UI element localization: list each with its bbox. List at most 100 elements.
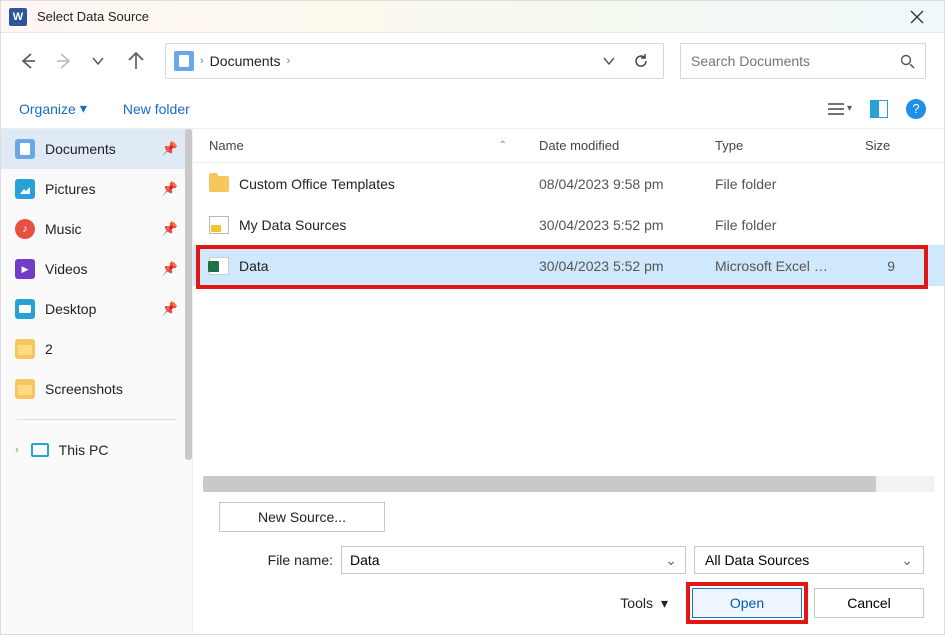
sidebar-item-label: 2 <box>45 341 53 357</box>
pin-icon[interactable]: 📌 <box>162 221 178 237</box>
view-mode-button[interactable]: ▾ <box>827 102 852 116</box>
music-icon <box>15 219 35 239</box>
file-area: Name ⌃ Date modified Type Size Custom Off… <box>193 129 944 634</box>
search-icon[interactable] <box>900 54 915 69</box>
sidebar-item-label: Desktop <box>45 301 96 317</box>
nav-bar: › Documents › <box>1 33 944 89</box>
file-type: File folder <box>699 217 849 233</box>
back-button[interactable] <box>19 52 41 70</box>
sort-asc-icon: ⌃ <box>499 140 507 151</box>
column-headers: Name ⌃ Date modified Type Size <box>193 129 944 163</box>
help-icon: ? <box>912 101 919 116</box>
breadcrumb-location[interactable]: Documents <box>210 53 281 69</box>
sidebar-item-this-pc[interactable]: › This PC <box>1 430 192 470</box>
column-label: Name <box>209 138 244 153</box>
help-button[interactable]: ? <box>906 99 926 119</box>
recent-dropdown[interactable] <box>91 54 113 68</box>
new-folder-button[interactable]: New folder <box>123 101 190 117</box>
cancel-button[interactable]: Cancel <box>814 588 924 618</box>
sidebar: Documents 📌 Pictures 📌 Music 📌 Videos 📌 Desk… <box>1 129 193 634</box>
sidebar-item-label: Music <box>45 221 82 237</box>
file-name: My Data Sources <box>239 217 346 233</box>
organize-menu[interactable]: Organize ▾ <box>19 100 87 117</box>
data-source-icon <box>209 216 229 234</box>
pin-icon[interactable]: 📌 <box>162 261 178 277</box>
nav-arrows <box>19 52 149 70</box>
sidebar-item-label: Pictures <box>45 181 96 197</box>
up-button[interactable] <box>127 52 149 70</box>
column-header-type[interactable]: Type <box>699 138 849 153</box>
breadcrumb-sep-icon: › <box>200 55 204 67</box>
file-date: 30/04/2023 5:52 pm <box>523 217 699 233</box>
chevron-down-icon <box>91 54 105 68</box>
sidebar-item-folder-2[interactable]: 2 <box>1 329 192 369</box>
new-source-button[interactable]: New Source... <box>219 502 385 532</box>
sidebar-item-label: Videos <box>45 261 88 277</box>
refresh-button[interactable] <box>627 53 655 69</box>
pin-icon[interactable]: 📌 <box>162 141 178 157</box>
button-row: Tools▾ Open Cancel <box>213 588 924 618</box>
file-name: Custom Office Templates <box>239 176 395 192</box>
file-size: 9 <box>849 258 911 274</box>
refresh-icon <box>633 53 649 69</box>
title-bar: W Select Data Source <box>1 1 944 33</box>
search-input[interactable] <box>691 53 881 69</box>
open-button[interactable]: Open <box>692 588 802 618</box>
tools-menu[interactable]: Tools▾ <box>620 595 668 612</box>
file-type: Microsoft Excel W... <box>699 258 849 274</box>
address-history-dropdown[interactable] <box>597 55 621 67</box>
file-date: 08/04/2023 9:58 pm <box>523 176 699 192</box>
breadcrumb-sep-icon: › <box>286 55 290 67</box>
file-type: File folder <box>699 176 849 192</box>
sidebar-scrollbar[interactable] <box>185 129 192 460</box>
sidebar-divider <box>17 419 176 420</box>
address-bar[interactable]: › Documents › <box>165 43 664 79</box>
file-type-filter[interactable]: All Data Sources⌄ <box>694 546 924 574</box>
search-box[interactable] <box>680 43 926 79</box>
dialog-window: W Select Data Source › Documents › Organ… <box>0 0 945 635</box>
file-row[interactable]: Custom Office Templates 08/04/2023 9:58 … <box>193 163 944 204</box>
annotation-highlight-box: Open <box>692 588 802 618</box>
sidebar-item-documents[interactable]: Documents 📌 <box>1 129 192 169</box>
document-icon <box>15 139 35 159</box>
arrow-left-icon <box>19 52 37 70</box>
word-app-icon: W <box>9 8 27 26</box>
pc-icon <box>31 443 49 457</box>
sidebar-item-label: Documents <box>45 141 116 157</box>
list-view-icon <box>827 102 845 116</box>
chevron-down-icon: ▾ <box>80 100 87 117</box>
toolbar: Organize ▾ New folder ▾ ? <box>1 89 944 129</box>
sidebar-item-music[interactable]: Music 📌 <box>1 209 192 249</box>
file-row-selected[interactable]: Data 30/04/2023 5:52 pm Microsoft Excel … <box>193 245 944 286</box>
sidebar-item-label: Screenshots <box>45 381 123 397</box>
scrollbar-thumb[interactable] <box>203 476 876 492</box>
close-icon <box>910 10 924 24</box>
horizontal-scrollbar[interactable] <box>203 476 934 492</box>
column-header-date[interactable]: Date modified <box>523 138 699 153</box>
file-name-combo[interactable]: Data⌄ <box>341 546 686 574</box>
preview-pane-button[interactable] <box>870 100 888 118</box>
forward-button[interactable] <box>55 52 77 70</box>
arrow-right-icon <box>55 52 73 70</box>
sidebar-item-label: This PC <box>59 442 109 458</box>
sidebar-item-pictures[interactable]: Pictures 📌 <box>1 169 192 209</box>
pin-icon[interactable]: 📌 <box>162 181 178 197</box>
sidebar-item-screenshots[interactable]: Screenshots <box>1 369 192 409</box>
sidebar-item-desktop[interactable]: Desktop 📌 <box>1 289 192 329</box>
sidebar-item-videos[interactable]: Videos 📌 <box>1 249 192 289</box>
arrow-up-icon <box>127 52 145 70</box>
pin-icon[interactable]: 📌 <box>162 301 178 317</box>
file-list: Custom Office Templates 08/04/2023 9:58 … <box>193 163 944 286</box>
location-icon <box>174 51 194 71</box>
chevron-right-icon: › <box>15 444 19 456</box>
file-row[interactable]: My Data Sources 30/04/2023 5:52 pm File … <box>193 204 944 245</box>
chevron-down-icon <box>603 55 615 67</box>
footer: New Source... File name: Data⌄ All Data … <box>193 492 944 634</box>
file-name: Data <box>239 258 269 274</box>
dialog-body: Documents 📌 Pictures 📌 Music 📌 Videos 📌 Desk… <box>1 129 944 634</box>
file-name-row: File name: Data⌄ All Data Sources⌄ <box>213 546 924 574</box>
desktop-icon <box>15 299 35 319</box>
column-header-size[interactable]: Size <box>849 138 911 153</box>
column-header-name[interactable]: Name ⌃ <box>193 138 523 153</box>
close-button[interactable] <box>898 10 936 24</box>
